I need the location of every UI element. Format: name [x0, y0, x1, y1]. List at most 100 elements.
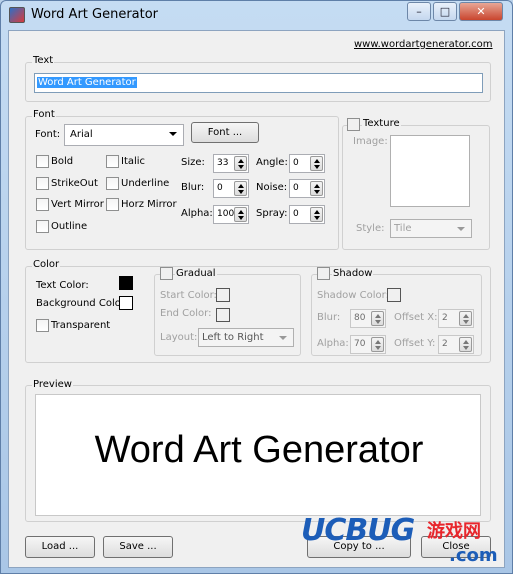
spray-spinner[interactable]: 0: [289, 205, 325, 224]
text-color-swatch[interactable]: [119, 276, 133, 290]
shadow-alpha-spinner[interactable]: 70: [350, 335, 386, 354]
image-label: Image:: [353, 136, 388, 147]
style-label: Style:: [356, 223, 385, 234]
watermark: UCBUG 游戏网 .com: [301, 507, 511, 571]
angle-spinner[interactable]: 0: [289, 154, 325, 173]
size-value: 33: [217, 158, 229, 168]
underline-label: Underline: [121, 178, 170, 189]
noise-value: 0: [293, 183, 299, 193]
strikeout-label: StrikeOut: [51, 178, 98, 189]
outline-checkbox[interactable]: [36, 220, 49, 233]
spin-arrows-icon[interactable]: [310, 207, 323, 222]
shadow-blur-value: 80: [354, 313, 366, 323]
preview-group-label: Preview: [32, 379, 73, 390]
style-select[interactable]: Tile: [390, 219, 472, 238]
layout-select[interactable]: Left to Right: [198, 328, 294, 347]
shadow-blur-spinner[interactable]: 80: [350, 309, 386, 328]
offset-y-spinner[interactable]: 2: [438, 335, 474, 354]
background-color-label: Background Color: [36, 298, 125, 309]
maximize-button[interactable]: □: [433, 2, 457, 21]
alpha-spinner[interactable]: 100: [213, 205, 249, 224]
text-group-label: Text: [32, 55, 55, 66]
minimize-button[interactable]: –: [407, 2, 431, 21]
vert-mirror-checkbox[interactable]: [36, 198, 49, 211]
texture-checkbox[interactable]: [347, 118, 360, 131]
size-spinner[interactable]: 33: [213, 154, 249, 173]
offset-x-spinner[interactable]: 2: [438, 309, 474, 328]
end-color-label: End Color:: [160, 308, 212, 319]
text-input-value: Word Art Generator: [37, 77, 137, 88]
spin-arrows-icon[interactable]: [234, 207, 247, 222]
blur-label: Blur:: [181, 182, 205, 193]
chevron-down-icon: [457, 227, 465, 231]
alpha-value: 100: [217, 209, 235, 219]
main-panel: www.wordartgenerator.com Text Word Art G…: [8, 30, 505, 568]
size-label: Size:: [181, 157, 205, 168]
alpha-label: Alpha:: [181, 208, 213, 219]
start-color-label: Start Color:: [160, 290, 217, 301]
spin-arrows-icon[interactable]: [310, 156, 323, 171]
spray-value: 0: [293, 209, 299, 219]
spin-arrows-icon[interactable]: [234, 181, 247, 196]
shadow-checkbox[interactable]: [317, 267, 330, 280]
layout-select-value: Left to Right: [202, 332, 264, 343]
strikeout-checkbox[interactable]: [36, 177, 49, 190]
gradual-checkbox[interactable]: [160, 267, 173, 280]
watermark-cn: 游戏网: [427, 521, 481, 542]
website-link[interactable]: www.wordartgenerator.com: [354, 39, 493, 50]
transparent-label: Transparent: [51, 320, 111, 331]
horz-mirror-checkbox[interactable]: [106, 198, 119, 211]
font-select[interactable]: Arial: [64, 124, 184, 146]
layout-label: Layout:: [160, 332, 198, 343]
shadow-color-label: Shadow Color:: [317, 290, 389, 301]
start-color-swatch[interactable]: [216, 288, 230, 302]
text-input[interactable]: Word Art Generator: [34, 73, 483, 93]
spray-label: Spray:: [256, 208, 288, 219]
offset-x-label: Offset X:: [394, 312, 438, 323]
font-select-value: Arial: [70, 129, 93, 140]
bold-label: Bold: [51, 156, 74, 167]
angle-value: 0: [293, 158, 299, 168]
transparent-checkbox[interactable]: [36, 319, 49, 332]
outline-label: Outline: [51, 221, 88, 232]
gradual-group-label: Gradual: [175, 268, 217, 279]
spin-arrows-icon[interactable]: [234, 156, 247, 171]
offset-x-value: 2: [442, 313, 448, 323]
bold-checkbox[interactable]: [36, 155, 49, 168]
preview-text: Word Art Generator: [94, 429, 424, 471]
blur-value: 0: [217, 183, 223, 193]
style-select-value: Tile: [394, 223, 412, 234]
vert-mirror-label: Vert Mirror: [51, 199, 104, 210]
shadow-alpha-label: Alpha:: [317, 338, 349, 349]
underline-checkbox[interactable]: [106, 177, 119, 190]
shadow-alpha-value: 70: [354, 339, 366, 349]
shadow-color-swatch[interactable]: [387, 288, 401, 302]
background-color-swatch[interactable]: [119, 296, 133, 310]
italic-checkbox[interactable]: [106, 155, 119, 168]
font-label: Font:: [35, 129, 61, 140]
save-button[interactable]: Save ...: [103, 536, 173, 558]
watermark-domain: .com: [449, 545, 498, 566]
texture-image-box[interactable]: [390, 135, 470, 207]
spin-arrows-icon[interactable]: [371, 337, 384, 352]
chevron-down-icon: [279, 336, 287, 340]
window-title: Word Art Generator: [31, 7, 159, 22]
spin-arrows-icon[interactable]: [459, 337, 472, 352]
font-button[interactable]: Font ...: [191, 122, 259, 143]
blur-spinner[interactable]: 0: [213, 179, 249, 198]
app-window: Word Art Generator – □ ✕ www.wordartgene…: [0, 0, 513, 574]
horz-mirror-label: Horz Mirror: [121, 199, 177, 210]
close-window-button[interactable]: ✕: [459, 2, 503, 21]
chevron-down-icon: [169, 132, 177, 136]
spin-arrows-icon[interactable]: [371, 311, 384, 326]
spin-arrows-icon[interactable]: [459, 311, 472, 326]
end-color-swatch[interactable]: [216, 308, 230, 322]
noise-spinner[interactable]: 0: [289, 179, 325, 198]
title-bar[interactable]: Word Art Generator – □ ✕: [1, 1, 512, 29]
texture-group-label: Texture: [362, 118, 401, 129]
load-button[interactable]: Load ...: [25, 536, 95, 558]
app-icon: [9, 7, 25, 23]
spin-arrows-icon[interactable]: [310, 181, 323, 196]
offset-y-value: 2: [442, 339, 448, 349]
shadow-group-label: Shadow: [332, 268, 374, 279]
